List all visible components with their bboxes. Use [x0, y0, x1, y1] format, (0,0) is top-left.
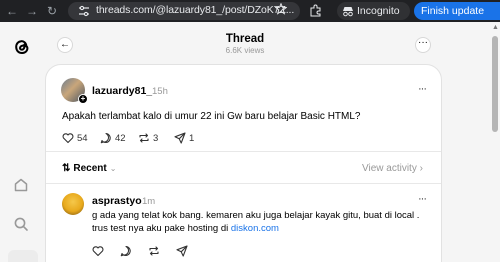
follow-plus-icon[interactable]: + — [78, 94, 88, 104]
finish-update-label: Finish update — [421, 5, 485, 17]
like-button[interactable]: 54 — [62, 132, 88, 144]
url-text: threads.com/@lazuardy81_/post/DZoK7Z... — [96, 4, 295, 16]
avatar[interactable] — [62, 193, 84, 215]
threads-logo-icon[interactable] — [12, 37, 32, 57]
divider — [46, 183, 441, 184]
scroll-up-arrow-icon[interactable]: ▲ — [492, 24, 499, 31]
page-title: Thread — [225, 33, 265, 45]
comment-button[interactable]: 42 — [100, 132, 126, 144]
home-icon[interactable] — [13, 177, 29, 193]
repost-icon[interactable] — [148, 245, 160, 257]
reply-more-button[interactable]: ··· — [418, 193, 427, 205]
repost-icon — [139, 133, 149, 143]
post-more-button[interactable]: ··· — [418, 83, 427, 95]
browser-toolbar: ← → ↻ threads.com/@lazuardy81_/post/DZoK… — [0, 0, 500, 22]
heart-icon — [62, 133, 74, 144]
incognito-label: Incognito — [357, 5, 400, 17]
repost-count: 3 — [153, 132, 159, 144]
search-icon[interactable] — [13, 216, 29, 232]
bookmark-star-icon[interactable] — [275, 3, 287, 15]
post-text: Apakah terlambat kalo di umur 22 ini Gw … — [62, 111, 361, 122]
reply-timestamp: 1m — [142, 196, 156, 207]
comment-count: 42 — [115, 132, 126, 144]
sort-icon: ⇅ — [62, 163, 71, 174]
share-button[interactable]: 1 — [174, 132, 194, 144]
divider — [46, 151, 441, 152]
post-timestamp: 15h — [152, 86, 168, 97]
view-activity-label: View activity — [362, 163, 417, 174]
heart-icon[interactable] — [92, 245, 104, 257]
reply-link[interactable]: diskon.com — [231, 223, 279, 234]
share-icon — [174, 132, 186, 144]
like-count: 54 — [77, 132, 88, 144]
create-post-button[interactable] — [8, 250, 38, 262]
sort-label: Recent — [73, 163, 107, 174]
scrollbar-thumb[interactable] — [492, 36, 498, 132]
sort-dropdown[interactable]: ⇅ Recent ⌄ — [62, 163, 116, 174]
incognito-icon — [343, 7, 353, 17]
back-button[interactable]: ← — [57, 37, 73, 53]
finish-update-button[interactable]: Finish update — [414, 2, 500, 20]
reply-username[interactable]: asprastyo — [92, 195, 142, 207]
view-count: 6.6K views — [225, 46, 265, 55]
chevron-right-icon: › — [419, 163, 423, 174]
post-username[interactable]: lazuardy81_ — [92, 85, 152, 97]
forward-arrow-icon[interactable]: → — [24, 3, 40, 19]
repost-button[interactable]: 3 — [138, 132, 158, 144]
reload-icon[interactable]: ↻ — [44, 3, 60, 19]
comment-icon[interactable] — [120, 245, 132, 257]
extensions-icon[interactable] — [309, 4, 322, 17]
back-arrow-icon[interactable]: ← — [4, 3, 20, 19]
reply-text: g ada yang telat kok bang. kemaren aku j… — [92, 209, 432, 235]
share-count: 1 — [189, 132, 195, 144]
comment-icon — [100, 132, 111, 144]
address-bar[interactable]: threads.com/@lazuardy81_/post/DZoK7Z... — [68, 2, 300, 20]
view-activity-link[interactable]: View activity › — [362, 163, 423, 174]
more-options-button[interactable]: ··· — [415, 37, 431, 53]
incognito-chip[interactable]: Incognito — [337, 2, 410, 20]
site-info-icon[interactable] — [78, 5, 90, 17]
chevron-down-icon: ⌄ — [109, 164, 117, 173]
share-icon[interactable] — [176, 245, 188, 257]
